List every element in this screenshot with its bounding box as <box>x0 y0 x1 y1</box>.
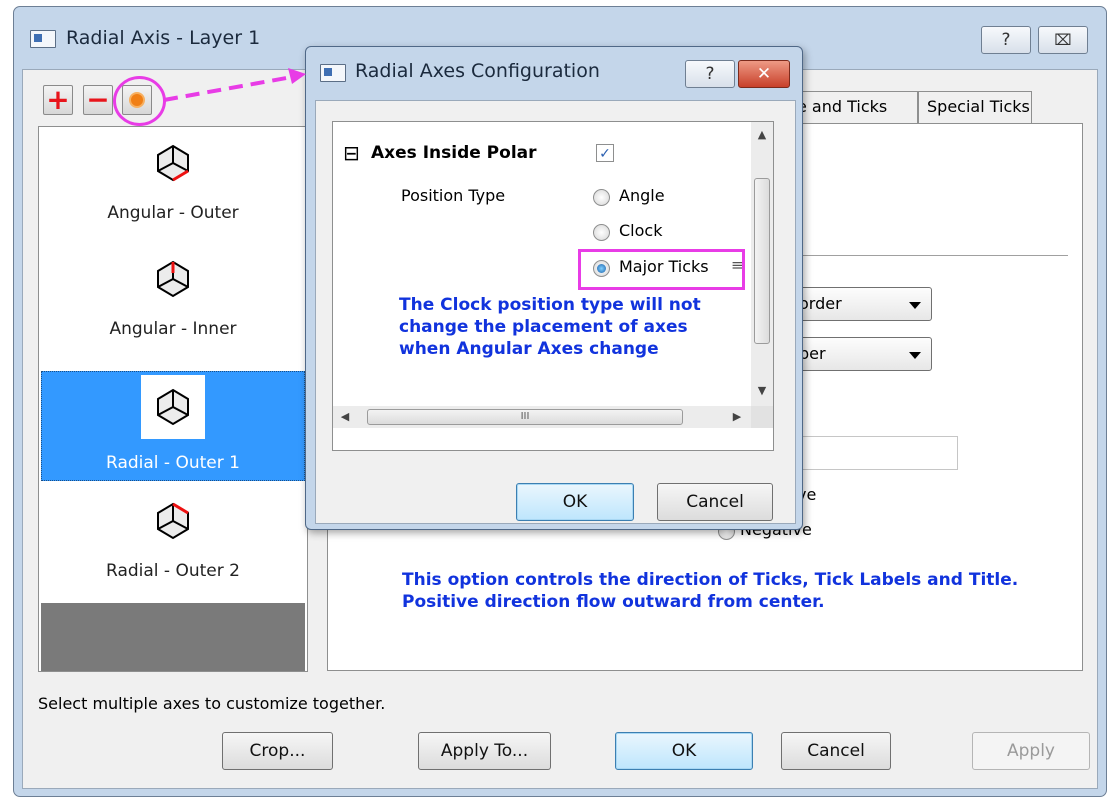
clock-label: Clock <box>619 221 663 240</box>
clock-radio[interactable] <box>593 224 610 241</box>
ok-button[interactable]: OK <box>615 732 753 770</box>
dialog-app-icon <box>320 64 346 82</box>
select-value: order <box>799 294 842 313</box>
chevron-down-icon <box>909 352 921 359</box>
direction-note: This option controls the direction of Ti… <box>402 570 1019 612</box>
scroll-right-icon[interactable]: ▶ <box>729 410 745 423</box>
window-title: Radial Axis - Layer 1 <box>66 27 261 49</box>
dialog-ok-button[interactable]: OK <box>516 483 634 521</box>
section-label: Axes Inside Polar <box>371 143 537 163</box>
chevron-down-icon <box>909 302 921 309</box>
axis-layer-select[interactable]: per <box>790 337 932 371</box>
section-divider <box>790 255 1068 256</box>
axes-inside-polar-checkbox[interactable]: ✓ <box>596 144 614 162</box>
scrollbar-thumb[interactable] <box>754 178 770 344</box>
dialog-help-button[interactable]: ? <box>685 60 735 88</box>
axis-position-select[interactable]: order <box>790 287 932 321</box>
axis-list-item[interactable]: Angular - Inner <box>41 245 305 355</box>
apply-button[interactable]: Apply <box>972 732 1090 770</box>
close-button[interactable]: ⌧ <box>1038 26 1088 54</box>
scroll-up-icon[interactable]: ▲ <box>751 128 773 141</box>
axis-list-item[interactable]: Radial - Outer 2 <box>41 487 305 597</box>
scrollbar-thumb[interactable]: III <box>367 409 683 425</box>
scroll-left-icon[interactable]: ◀ <box>337 410 353 423</box>
plus-icon: + <box>46 83 70 116</box>
remove-axis-button[interactable]: − <box>83 85 113 115</box>
axis-item-label: Radial - Outer 2 <box>106 561 240 581</box>
axis-item-label: Angular - Outer <box>107 203 239 223</box>
minus-icon: − <box>86 83 110 116</box>
collapse-icon[interactable]: ⊟ <box>343 142 360 164</box>
vertical-scrollbar[interactable]: ▲ ▼ <box>751 122 773 406</box>
polar-axis-icon <box>157 260 189 298</box>
window-app-icon <box>30 30 56 48</box>
tab-scale-and-ticks[interactable]: e and Ticks <box>788 91 918 123</box>
polar-axis-icon <box>157 502 189 540</box>
text-field[interactable] <box>795 436 958 470</box>
position-type-label: Position Type <box>401 186 506 205</box>
axis-item-label: Radial - Outer 1 <box>106 453 240 473</box>
apply-to-button[interactable]: Apply To... <box>418 732 551 770</box>
polar-axis-icon <box>157 388 189 426</box>
axis-item-label: Angular - Inner <box>109 319 237 339</box>
scrollbar-corner <box>751 406 773 428</box>
status-text: Select multiple axes to customize togeth… <box>38 694 386 713</box>
add-axis-button[interactable]: + <box>43 85 73 115</box>
angle-radio[interactable] <box>593 189 610 206</box>
crop-button[interactable]: Crop... <box>222 732 333 770</box>
dialog-title: Radial Axes Configuration <box>355 60 600 82</box>
dialog-close-button[interactable]: ✕ <box>738 60 790 88</box>
highlight-circle <box>113 76 166 126</box>
angle-label: Angle <box>619 186 665 205</box>
cancel-button[interactable]: Cancel <box>781 732 891 770</box>
tab-special-ticks[interactable]: Special Ticks <box>918 91 1032 123</box>
highlight-box <box>578 249 745 290</box>
axis-list[interactable]: Angular - Outer Angular - Inner Radial -… <box>38 126 308 672</box>
help-button[interactable]: ? <box>981 26 1031 54</box>
axis-list-item-selected[interactable]: Radial - Outer 1 <box>41 371 305 481</box>
axis-list-empty-area <box>41 603 305 671</box>
polar-axis-icon <box>157 144 189 182</box>
scroll-down-icon[interactable]: ▼ <box>751 384 773 397</box>
position-note: The Clock position type will not change … <box>399 295 701 359</box>
axis-list-item[interactable]: Angular - Outer <box>41 129 305 239</box>
annotation-arrow-icon <box>163 68 306 102</box>
dialog-cancel-button[interactable]: Cancel <box>657 483 773 521</box>
horizontal-scrollbar[interactable]: ◀ III ▶ <box>333 406 751 428</box>
